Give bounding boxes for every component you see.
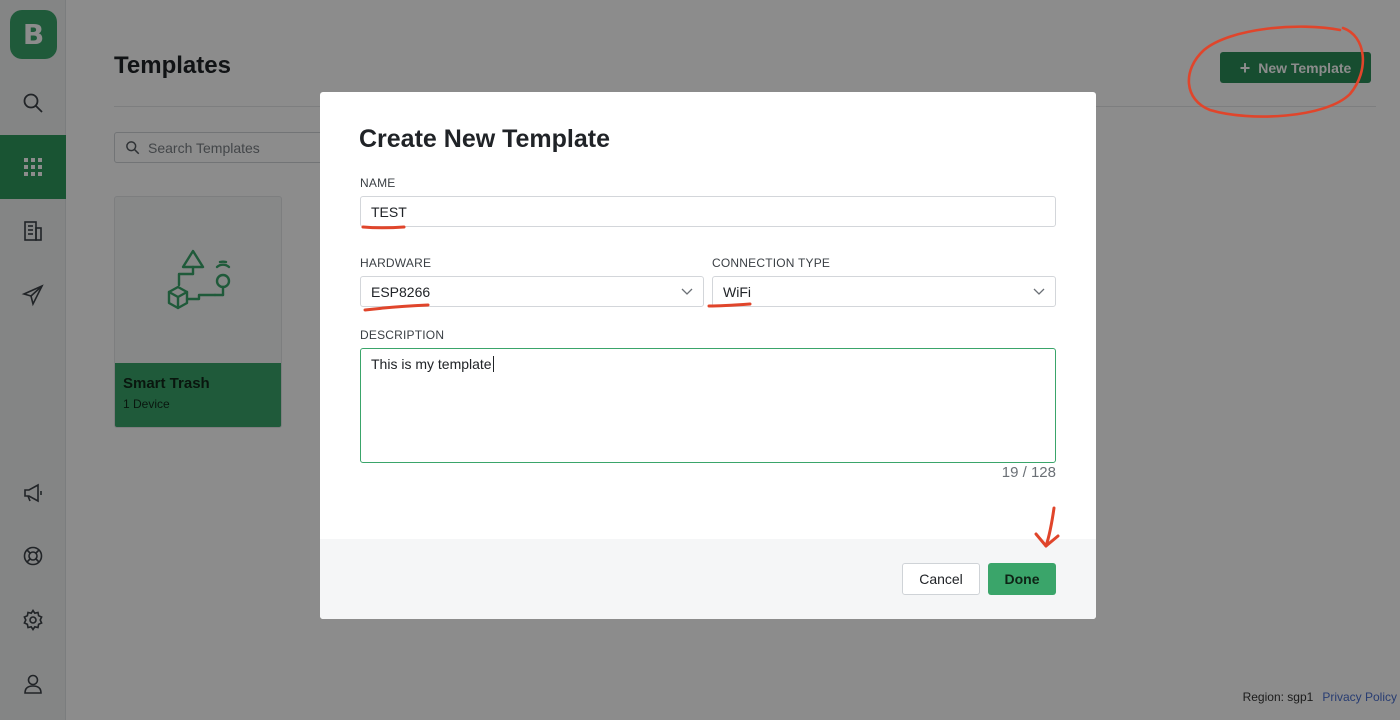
- chevron-down-icon: [681, 288, 693, 295]
- description-value: This is my template: [371, 356, 492, 372]
- name-input[interactable]: TEST: [360, 196, 1056, 227]
- connection-type-select[interactable]: WiFi: [712, 276, 1056, 307]
- text-caret: [492, 356, 494, 372]
- done-button[interactable]: Done: [988, 563, 1056, 595]
- cancel-button[interactable]: Cancel: [902, 563, 980, 595]
- name-label: NAME: [360, 176, 396, 190]
- create-template-dialog: Create New Template NAME TEST HARDWARE E…: [320, 92, 1096, 619]
- chevron-down-icon: [1033, 288, 1045, 295]
- hardware-value: ESP8266: [371, 283, 431, 300]
- dialog-footer: Cancel Done: [320, 539, 1096, 619]
- dialog-title: Create New Template: [359, 125, 611, 153]
- hardware-select[interactable]: ESP8266: [360, 276, 704, 307]
- name-value: TEST: [371, 203, 407, 220]
- description-textarea[interactable]: This is my template: [360, 348, 1056, 463]
- hardware-label: HARDWARE: [360, 256, 432, 270]
- description-label: DESCRIPTION: [360, 328, 445, 342]
- description-char-counter: 19 / 128: [1001, 464, 1056, 481]
- connection-type-value: WiFi: [723, 283, 751, 300]
- connection-type-label: CONNECTION TYPE: [712, 256, 831, 270]
